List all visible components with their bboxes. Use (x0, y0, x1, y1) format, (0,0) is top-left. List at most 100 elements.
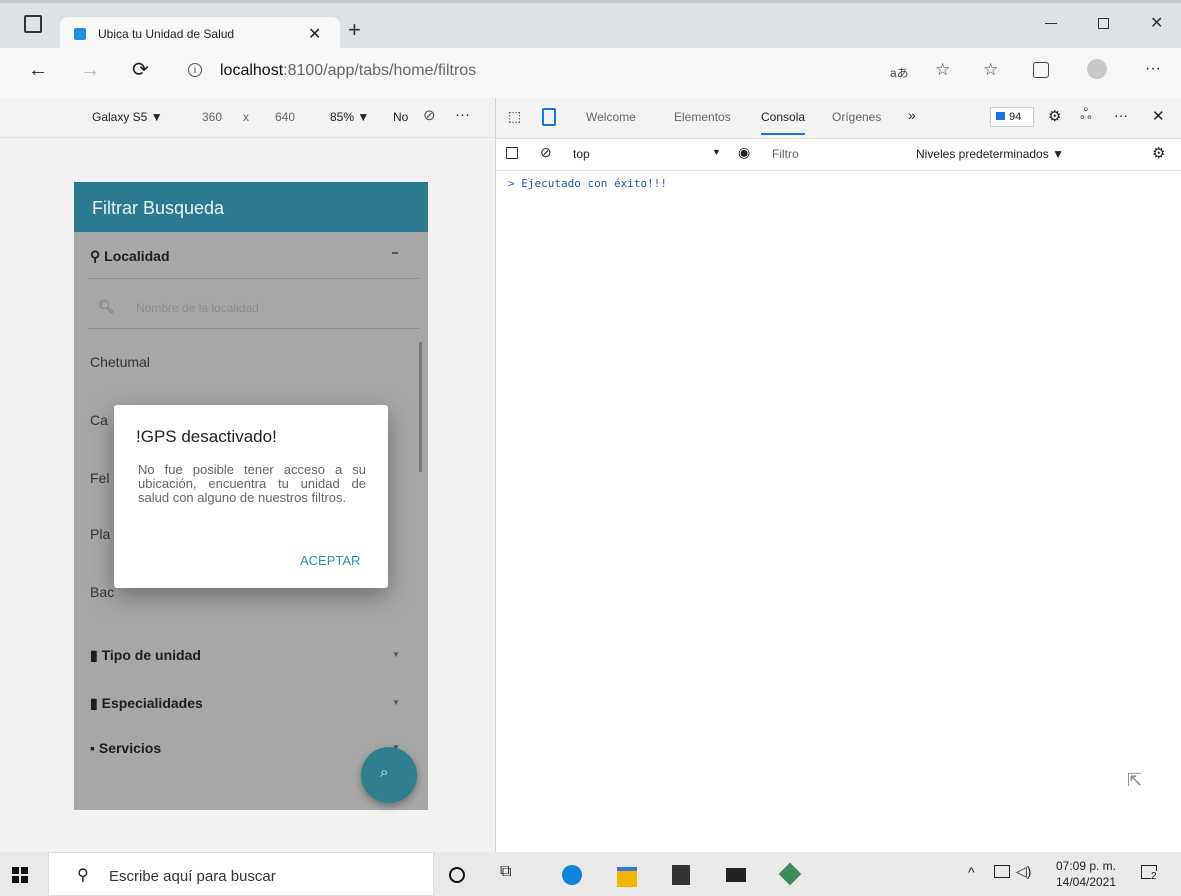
tab-elementos[interactable]: Elementos (674, 110, 731, 124)
issues-count: 94 (1009, 111, 1022, 123)
cortana-icon[interactable] (449, 867, 465, 883)
list-item[interactable]: Ca (90, 412, 108, 428)
collections-icon[interactable] (1033, 62, 1049, 78)
tab-consola[interactable]: Consola (761, 110, 806, 135)
minimize-icon[interactable] (1045, 23, 1057, 24)
sidebar-toggle-icon[interactable] (506, 147, 518, 159)
search-placeholder: Nombre de la localidad (136, 301, 259, 315)
url-field[interactable]: localhost:8100/app/tabs/home/filtros (220, 62, 476, 80)
start-icon[interactable] (12, 867, 28, 883)
inspect-icon[interactable]: ⬚ (508, 108, 521, 125)
devtools-tabbar: ⬚ Welcome Elementos Consola Orígenes » 9… (496, 98, 1181, 139)
location-pin-icon: ⚲ (90, 248, 101, 264)
filter-input[interactable]: Filtro (772, 147, 799, 161)
search-fab-button[interactable]: ⌕ (361, 747, 417, 803)
read-aloud-icon[interactable]: aあ (890, 64, 909, 81)
mail-icon[interactable] (718, 857, 754, 893)
device-select[interactable]: Galaxy S5 ▼ (92, 110, 163, 124)
edge-icon[interactable] (554, 857, 590, 893)
more-tabs-icon[interactable]: » (908, 107, 916, 123)
device-more-icon[interactable]: ··· (455, 106, 470, 123)
section-servicios[interactable]: ▪ Servicios (90, 740, 161, 756)
section-tipo[interactable]: ▮ Tipo de unidad (90, 647, 201, 664)
close-icon[interactable]: ✕ (1150, 13, 1163, 33)
accept-button[interactable]: ACEPTAR (300, 553, 360, 568)
notification-center-icon[interactable]: 2 (1141, 863, 1161, 883)
tab-origenes[interactable]: Orígenes (832, 110, 881, 124)
app-header: Filtrar Busqueda (74, 182, 428, 232)
url-path: :8100/app/tabs/home/filtros (283, 62, 477, 79)
chevron-down-icon[interactable]: ▼ (392, 650, 400, 659)
chevron-down-icon[interactable]: ▼ (392, 698, 400, 707)
console-settings-icon[interactable]: ⚙ (1152, 144, 1165, 162)
section-localidad[interactable]: ⚲ Localidad (90, 248, 170, 265)
section-divider (88, 278, 420, 279)
settings-icon[interactable]: ⚙ (1048, 107, 1061, 125)
list-item[interactable]: Fel (90, 470, 109, 486)
network-icon[interactable] (994, 865, 1010, 878)
section-localidad-label: Localidad (104, 248, 170, 264)
info-icon[interactable]: i (188, 63, 202, 77)
store-icon[interactable] (663, 857, 699, 893)
levels-select[interactable]: Niveles predeterminados ▼ (916, 147, 1064, 161)
add-favorite-icon[interactable]: ☆ (935, 60, 950, 80)
list-item[interactable]: Pla (90, 526, 110, 542)
gps-alert-dialog: !GPS desactivado! No fue posible tener a… (114, 405, 388, 588)
browser-tab[interactable]: Ubica tu Unidad de Salud ✕ (60, 17, 340, 51)
search-icon: ⚲ (77, 867, 89, 884)
tab-actions-icon[interactable] (24, 15, 42, 33)
medkit-icon: ▪ (90, 740, 95, 756)
chevron-down-icon[interactable]: ▼ (712, 147, 721, 157)
devtools-panel: ⬚ Welcome Elementos Consola Orígenes » 9… (495, 98, 1181, 852)
address-bar: ← → ⟳ i localhost:8100/app/tabs/home/fil… (0, 48, 1181, 98)
dialog-title: !GPS desactivado! (136, 427, 277, 446)
search-input[interactable]: 🔍︎ Nombre de la localidad (88, 290, 412, 328)
back-icon[interactable]: ← (28, 59, 48, 82)
scrollbar[interactable] (419, 342, 422, 472)
tab-close-icon[interactable]: ✕ (308, 24, 321, 44)
search-divider (88, 328, 420, 329)
site-favicon-icon (74, 28, 86, 40)
clock-date: 14/04/2021 (1055, 875, 1117, 889)
throttle-select[interactable]: No (393, 110, 408, 124)
task-view-icon[interactable]: ⧉ (500, 863, 511, 881)
device-emulation-icon[interactable] (542, 108, 556, 126)
more-menu-icon[interactable]: ··· (1145, 60, 1161, 78)
git-icon[interactable] (772, 857, 808, 893)
console-toolbar: ⊘ top ▼ ◉ Filtro Niveles predeterminados… (496, 138, 1181, 171)
taskbar-search[interactable]: ⚲ Escribe aquí para buscar (48, 852, 434, 896)
new-tab-icon[interactable]: + (348, 17, 361, 43)
device-toolbar: Galaxy S5 ▼ 360 x 640 85% ▼ No ⊘ ··· (0, 98, 495, 138)
file-explorer-icon[interactable] (609, 857, 645, 893)
restore-icon[interactable] (1098, 18, 1109, 29)
section-servicios-label: Servicios (98, 740, 162, 756)
issues-badge[interactable]: 94 (990, 107, 1034, 127)
mouse-cursor-icon: ⇱ (1127, 770, 1143, 790)
profile-avatar[interactable] (1087, 59, 1107, 79)
clock[interactable]: 07:09 p. m. 14/04/2021 (1050, 858, 1122, 890)
height-input[interactable]: 640 (275, 110, 295, 124)
building-icon: ▮ (90, 647, 98, 663)
section-especialidades[interactable]: ▮ Especialidades (90, 695, 203, 712)
devtools-close-icon[interactable]: ✕ (1152, 107, 1165, 125)
zoom-select[interactable]: 85% ▼ (330, 110, 369, 124)
rotate-icon[interactable]: ⊘ (423, 106, 436, 124)
eye-icon[interactable]: ◉ (738, 144, 750, 161)
chevron-up-icon[interactable] (392, 252, 398, 254)
volume-icon[interactable]: ◁) (1016, 863, 1031, 880)
tab-title: Ubica tu Unidad de Salud (98, 27, 235, 41)
devtools-menu-icon[interactable]: ··· (1114, 107, 1128, 123)
favorites-icon[interactable]: ☆ (983, 60, 998, 80)
tab-welcome[interactable]: Welcome (586, 110, 636, 124)
list-item[interactable]: Bac (90, 584, 114, 600)
context-select[interactable]: top (573, 147, 590, 161)
tray-chevron-icon[interactable]: ^ (968, 864, 975, 880)
notification-count: 2 (1151, 871, 1157, 882)
refresh-icon[interactable]: ⟳ (132, 57, 149, 82)
clock-time: 07:09 p. m. (1055, 859, 1117, 873)
book-icon: ▮ (90, 695, 98, 711)
clear-console-icon[interactable]: ⊘ (540, 144, 552, 161)
customize-icon[interactable]: ஃ (1080, 106, 1092, 125)
width-input[interactable]: 360 (202, 110, 222, 124)
list-item[interactable]: Chetumal (90, 354, 150, 370)
